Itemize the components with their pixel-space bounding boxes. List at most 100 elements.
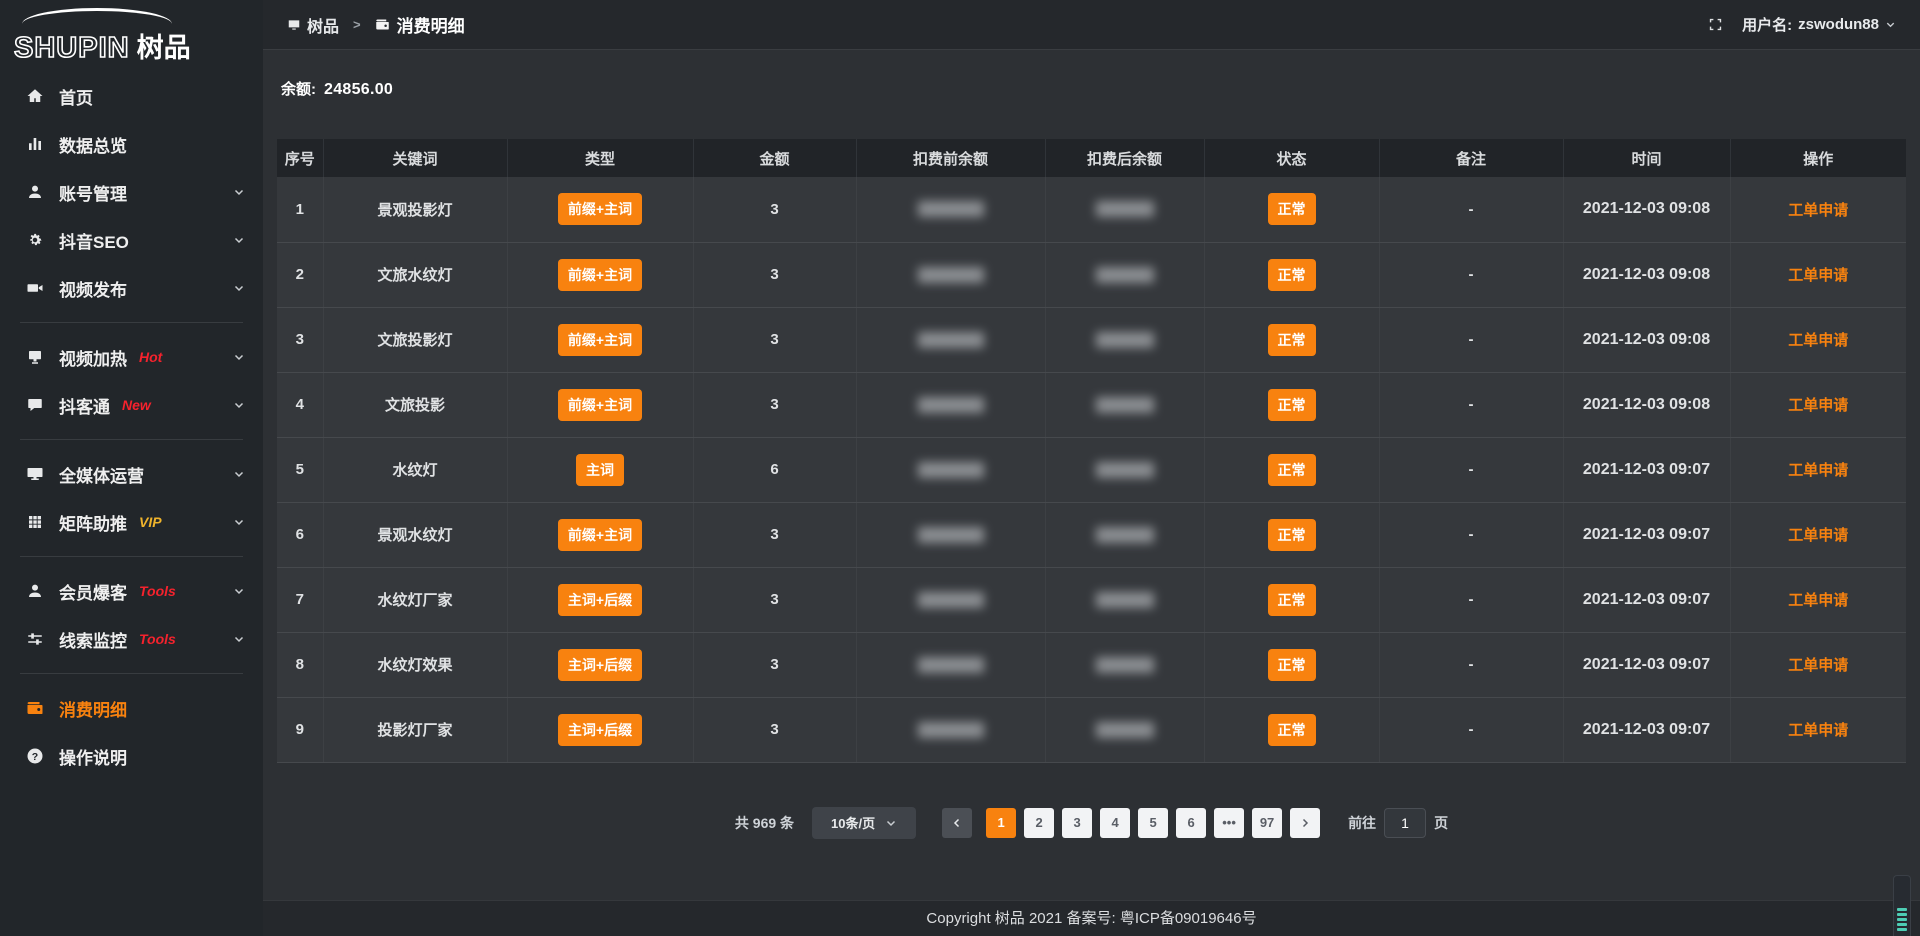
balance: 余额:24856.00 — [277, 78, 1906, 99]
table-row: 5 水纹灯 主词 6 正常 - 2021-12-03 09:07 工单申请 — [277, 437, 1906, 502]
screen-icon — [26, 348, 44, 366]
masked-balance-after — [1096, 527, 1154, 543]
page-button-2[interactable]: 2 — [1024, 808, 1054, 838]
work-order-link[interactable]: 工单申请 — [1788, 202, 1848, 219]
consumption-table: 序号 关键词 类型 金额 扣费前余额 扣费后余额 状态 备注 时间 操作 1 景… — [277, 139, 1906, 763]
chevron-down-icon — [233, 585, 245, 597]
breadcrumb-root[interactable]: 树品 — [307, 13, 339, 37]
cell-amount: 3 — [693, 697, 856, 762]
cell-keyword: 文旅投影灯 — [323, 307, 507, 372]
table-row: 7 水纹灯厂家 主词+后缀 3 正常 - 2021-12-03 09:07 工单… — [277, 567, 1906, 632]
cell-balance-after — [1045, 307, 1204, 372]
work-order-link[interactable]: 工单申请 — [1788, 527, 1848, 544]
tools-tag: Tools — [139, 583, 176, 599]
sidebar-item-consumption-details[interactable]: 消费明细 — [0, 684, 263, 732]
chevron-down-icon — [233, 399, 245, 411]
cell-remark: - — [1379, 632, 1563, 697]
status-badge: 正常 — [1268, 584, 1316, 616]
new-tag: New — [122, 397, 151, 413]
sidebar-item-video-heating[interactable]: 视频加热 Hot — [0, 333, 263, 381]
cell-balance-after — [1045, 632, 1204, 697]
main-content: 余额:24856.00 序号 关键词 类型 金额 扣费前余额 扣费后余额 状态 … — [263, 50, 1920, 900]
page-button-5[interactable]: 5 — [1138, 808, 1168, 838]
sidebar-item-instructions[interactable]: ? 操作说明 — [0, 732, 263, 780]
breadcrumb-current: 消费明细 — [397, 12, 465, 37]
type-badge: 前缀+主词 — [558, 519, 642, 551]
sidebar-item-matrix-boost[interactable]: 矩阵助推 VIP — [0, 498, 263, 546]
prev-page-button[interactable] — [942, 808, 972, 838]
cell-index: 3 — [277, 307, 323, 372]
sliders-icon — [26, 630, 44, 648]
page-size-select[interactable]: 10条/页 — [812, 807, 916, 839]
sidebar-item-douketong[interactable]: 抖客通 New — [0, 381, 263, 429]
cell-action: 工单申请 — [1730, 632, 1906, 697]
widget-bar — [1897, 913, 1907, 916]
goto-page-input[interactable] — [1384, 808, 1426, 838]
question-circle-icon: ? — [26, 747, 44, 765]
sidebar-item-home[interactable]: 首页 — [0, 72, 263, 120]
sidebar-item-member-leads[interactable]: 会员爆客 Tools — [0, 567, 263, 615]
page-button-4[interactable]: 4 — [1100, 808, 1130, 838]
masked-balance-after — [1096, 397, 1154, 413]
page-ellipsis-button[interactable]: ••• — [1214, 808, 1244, 838]
col-balance-after: 扣费后余额 — [1045, 139, 1204, 177]
fullscreen-icon[interactable] — [1707, 16, 1724, 33]
sidebar-item-account-management[interactable]: 账号管理 — [0, 168, 263, 216]
cell-balance-before — [856, 307, 1045, 372]
sidebar-item-omni-media[interactable]: 全媒体运营 — [0, 450, 263, 498]
work-order-link[interactable]: 工单申请 — [1788, 722, 1848, 739]
cell-action: 工单申请 — [1730, 242, 1906, 307]
sidebar-item-douyin-seo[interactable]: 抖音SEO — [0, 216, 263, 264]
cell-remark: - — [1379, 567, 1563, 632]
cell-status: 正常 — [1204, 567, 1379, 632]
widget-bar — [1897, 928, 1907, 931]
type-badge: 前缀+主词 — [558, 259, 642, 291]
sidebar-item-data-overview[interactable]: 数据总览 — [0, 120, 263, 168]
table-row: 9 投影灯厂家 主词+后缀 3 正常 - 2021-12-03 09:07 工单… — [277, 697, 1906, 762]
page-button-3[interactable]: 3 — [1062, 808, 1092, 838]
cell-amount: 3 — [693, 307, 856, 372]
masked-balance-before — [918, 722, 984, 738]
cell-keyword: 投影灯厂家 — [323, 697, 507, 762]
page-button-97[interactable]: 97 — [1252, 808, 1282, 838]
logo-text-cn: 树品 — [137, 26, 191, 65]
masked-balance-before — [918, 267, 984, 283]
cell-index: 9 — [277, 697, 323, 762]
cell-index: 2 — [277, 242, 323, 307]
cell-status: 正常 — [1204, 632, 1379, 697]
sidebar-item-label: 全媒体运营 — [59, 462, 144, 487]
work-order-link[interactable]: 工单申请 — [1788, 332, 1848, 349]
sidebar-item-video-publish[interactable]: 视频发布 — [0, 264, 263, 312]
cell-time: 2021-12-03 09:08 — [1563, 242, 1730, 307]
status-badge: 正常 — [1268, 519, 1316, 551]
next-page-button[interactable] — [1290, 808, 1320, 838]
cell-status: 正常 — [1204, 697, 1379, 762]
widget-bar — [1897, 923, 1907, 926]
cell-index: 5 — [277, 437, 323, 502]
chevron-down-icon — [233, 351, 245, 363]
col-balance-before: 扣费前余额 — [856, 139, 1045, 177]
wallet-icon — [26, 699, 44, 717]
page-button-1[interactable]: 1 — [986, 808, 1016, 838]
cell-balance-before — [856, 242, 1045, 307]
cell-balance-before — [856, 697, 1045, 762]
cell-remark: - — [1379, 307, 1563, 372]
cell-action: 工单申请 — [1730, 502, 1906, 567]
work-order-link[interactable]: 工单申请 — [1788, 267, 1848, 284]
sidebar-item-clue-monitor[interactable]: 线索监控 Tools — [0, 615, 263, 663]
work-order-link[interactable]: 工单申请 — [1788, 397, 1848, 414]
col-time: 时间 — [1563, 139, 1730, 177]
cell-time: 2021-12-03 09:07 — [1563, 697, 1730, 762]
browser-extension-widget[interactable] — [1893, 875, 1911, 936]
widget-bar — [1897, 918, 1907, 921]
page-button-6[interactable]: 6 — [1176, 808, 1206, 838]
masked-balance-before — [918, 462, 984, 478]
work-order-link[interactable]: 工单申请 — [1788, 657, 1848, 674]
work-order-link[interactable]: 工单申请 — [1788, 592, 1848, 609]
masked-balance-before — [918, 527, 984, 543]
goto-unit: 页 — [1434, 813, 1448, 833]
sidebar-divider — [20, 322, 243, 323]
work-order-link[interactable]: 工单申请 — [1788, 462, 1848, 479]
user-menu[interactable]: 用户名: zswodun88 — [1742, 14, 1896, 35]
cell-keyword: 水纹灯 — [323, 437, 507, 502]
